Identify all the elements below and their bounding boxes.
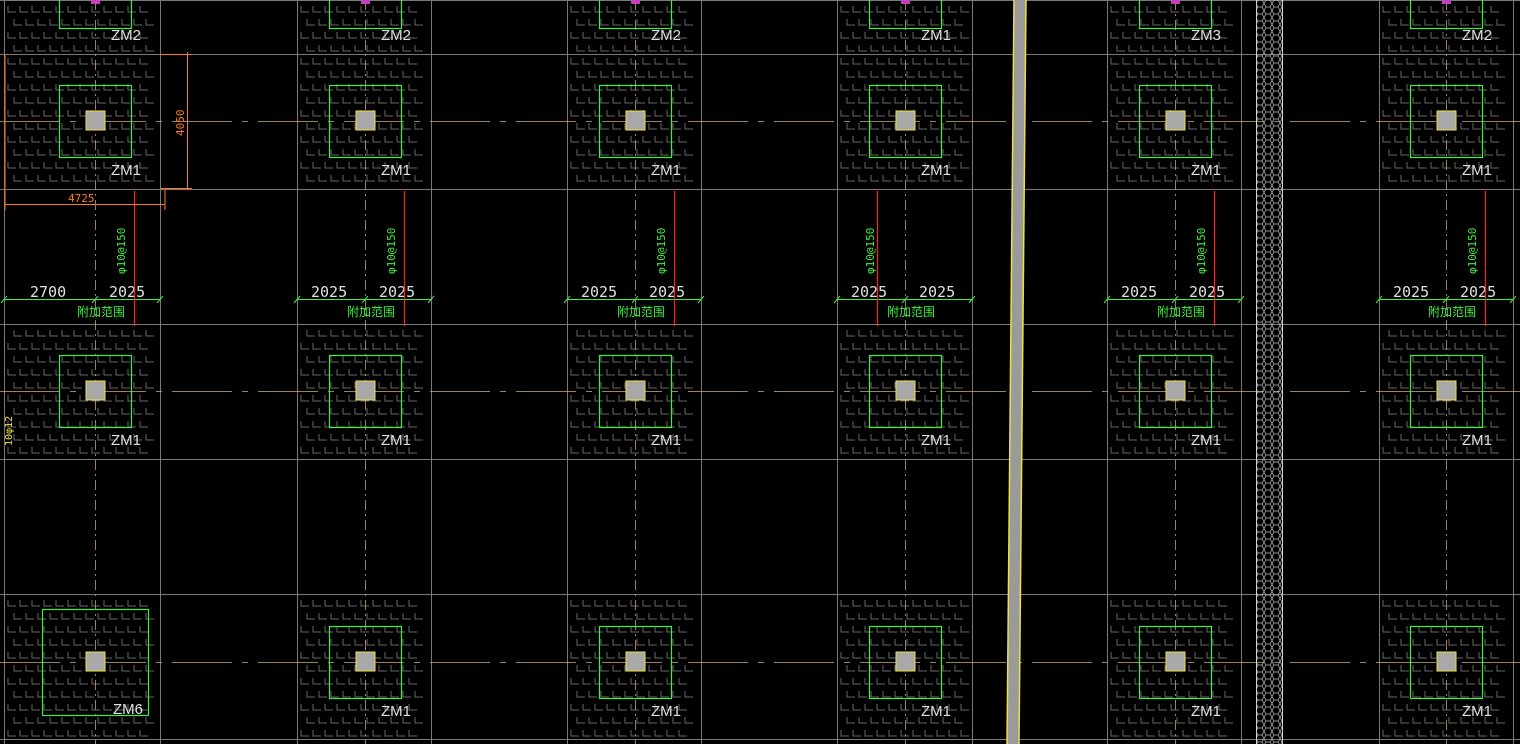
column-square <box>355 110 376 131</box>
column-label: ZM1 <box>111 162 141 179</box>
cad-drawing-canvas[interactable]: ZM2 ZM2 ZM2 ZM1 ZM3 ZM2 ZM1 ZM1 ZM1 ZM1 ZM1 ZM1 ZM1 Z… <box>0 0 1520 744</box>
column-square <box>625 651 646 672</box>
rebar-label: φ10@150 <box>1195 228 1208 274</box>
rebar-label: φ10@150 <box>1466 228 1479 274</box>
column-label: ZM1 <box>651 703 681 720</box>
column-square <box>895 380 916 401</box>
range-label: 附加范围 <box>77 305 125 319</box>
column-square <box>1165 110 1186 131</box>
column-marker <box>1442 0 1451 4</box>
column-marker <box>91 0 100 4</box>
column-label: ZM3 <box>1191 27 1221 44</box>
column-label: ZM2 <box>111 27 141 44</box>
column-label: ZM1 <box>1191 162 1221 179</box>
column-square <box>85 380 106 401</box>
rebar-label: φ10@150 <box>115 228 128 274</box>
span-dimension-right: 2025 <box>649 283 685 301</box>
column-label: ZM1 <box>1462 432 1492 449</box>
joint-hatch <box>1256 0 1282 744</box>
column-square <box>85 651 106 672</box>
range-label: 附加范围 <box>617 305 665 319</box>
column-square <box>895 110 916 131</box>
column-label: ZM1 <box>381 703 411 720</box>
column-label: ZM1 <box>1191 432 1221 449</box>
column-label: ZM1 <box>921 162 951 179</box>
range-label: 附加范围 <box>1428 305 1476 319</box>
span-dimension-right: 2025 <box>1189 283 1225 301</box>
span-dimension-right: 2025 <box>379 283 415 301</box>
column-label: ZM1 <box>1462 703 1492 720</box>
column-label: ZM1 <box>651 432 681 449</box>
range-label: 附加范围 <box>1157 305 1205 319</box>
rebar-label: φ10@150 <box>385 228 398 274</box>
column-square <box>1165 651 1186 672</box>
column-label: ZM2 <box>1462 27 1492 44</box>
column-marker <box>901 0 910 4</box>
column-square <box>355 380 376 401</box>
column-marker <box>1171 0 1180 4</box>
column-label: ZM1 <box>921 27 951 44</box>
span-dimension-left: 2025 <box>851 283 887 301</box>
orange-dim-horizontal: 4725 <box>68 192 95 205</box>
column-square <box>625 110 646 131</box>
span-dimension-left: 2025 <box>1393 283 1429 301</box>
column-square <box>1436 651 1457 672</box>
column-label: ZM1 <box>381 432 411 449</box>
span-dimension-right: 2025 <box>109 283 145 301</box>
span-dimension-right: 2025 <box>919 283 955 301</box>
grid-lines-layer <box>0 0 1520 744</box>
column-square <box>1436 380 1457 401</box>
annotations-layer: 2700 2025附加范围φ10@1502025 2025附加范围φ10@15020… <box>0 52 1517 446</box>
column-square <box>625 380 646 401</box>
column-label: ZM1 <box>381 162 411 179</box>
rebar-label: φ10@150 <box>864 228 877 274</box>
column-label: ZM2 <box>381 27 411 44</box>
column-label: ZM2 <box>651 27 681 44</box>
column-label: ZM1 <box>921 703 951 720</box>
range-label: 附加范围 <box>887 305 935 319</box>
range-label: 附加范围 <box>347 305 395 319</box>
column-square <box>895 651 916 672</box>
column-square <box>355 651 376 672</box>
column-square <box>1165 380 1186 401</box>
span-dimension-left: 2025 <box>581 283 617 301</box>
column-square <box>85 110 106 131</box>
column-marker <box>631 0 640 4</box>
side-rebar-label: 10φ12 <box>4 416 15 446</box>
column-label: ZM6 <box>113 701 143 718</box>
rebar-label: φ10@150 <box>655 228 668 274</box>
column-label: ZM1 <box>921 432 951 449</box>
column-marker <box>361 0 370 4</box>
column-label: ZM1 <box>1191 703 1221 720</box>
span-dimension-left: 2025 <box>1121 283 1157 301</box>
orange-dim-vertical: 4050 <box>174 110 187 137</box>
column-label: ZM1 <box>651 162 681 179</box>
axis-lines-layer <box>0 0 1520 744</box>
column-square <box>1436 110 1457 131</box>
span-dimension-right: 2025 <box>1460 283 1496 301</box>
column-label: ZM1 <box>1462 162 1492 179</box>
column-label: ZM1 <box>111 432 141 449</box>
span-dimension-left: 2700 <box>30 283 66 301</box>
span-dimension-left: 2025 <box>311 283 347 301</box>
